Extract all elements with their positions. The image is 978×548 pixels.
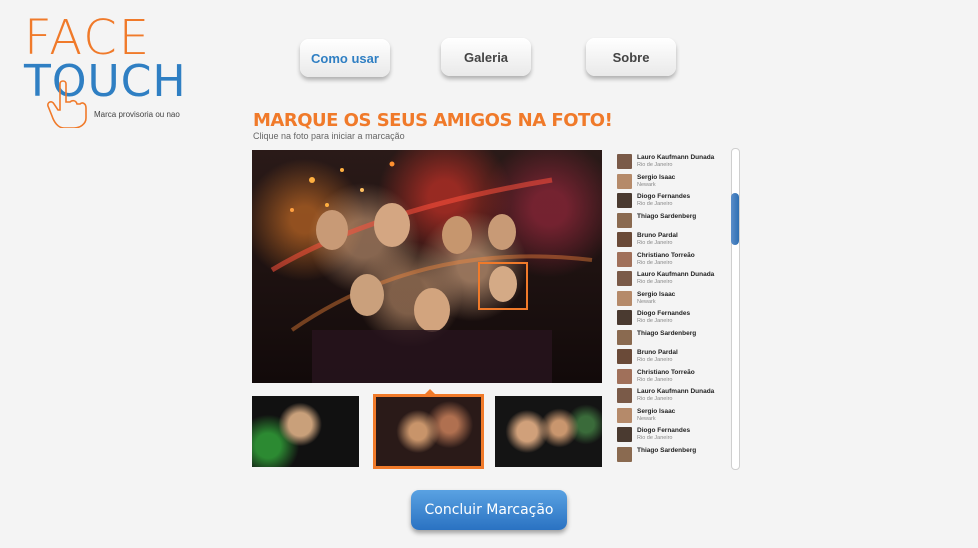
friend-list-item[interactable]: Lauro Kaufmann Dunada Rio de Janeiro [617,154,727,174]
friend-location: Rio de Janeiro [637,396,673,402]
friend-avatar [617,388,632,403]
photo-thumbnail-selected[interactable] [373,394,484,469]
friend-location: Rio de Janeiro [637,318,673,324]
logo-tagline: Marca provisoria ou nao [94,110,180,119]
friend-name: Bruno Pardal [637,232,678,239]
friend-avatar [617,310,632,325]
friend-location: Newark [637,298,656,305]
friend-name: Thiago Sardenberg [637,329,697,337]
friend-avatar [617,446,632,462]
friend-avatar [617,232,632,247]
friend-list-item[interactable]: Thiago Sardenberg [617,446,727,467]
friend-list-item[interactable]: Diogo Fernandes Rio de Janeiro [617,193,727,213]
friend-avatar [617,173,632,189]
friend-avatar [617,193,632,208]
friend-location: Newark [637,415,656,422]
friend-list-item[interactable]: Thiago Sardenberg [617,329,727,350]
friend-name: Sergio Isaac [637,407,676,415]
main-photo[interactable] [252,150,602,383]
friend-location: Rio de Janeiro [637,279,673,285]
friend-list-item[interactable]: Sergio Isaac Newark [617,407,727,428]
friend-name: Christiano Torreão [637,368,695,376]
friend-list[interactable]: Lauro Kaufmann Dunada Rio de Janeiro Sergi… [617,154,727,466]
friend-location: Rio de Janeiro [637,240,673,246]
como-usar-button[interactable]: Como usar [300,39,390,77]
friend-list-scroll-thumb[interactable] [731,193,739,245]
friend-list-item[interactable]: Sergio Isaac Newark [617,290,727,311]
friend-list-item[interactable]: Lauro Kaufmann Dunada Rio de Janeiro [617,388,727,408]
friend-list-item[interactable]: Diogo Fernandes Rio de Janeiro [617,427,727,447]
friend-avatar [617,212,632,228]
galeria-button[interactable]: Galeria [441,38,531,76]
friend-name: Lauro Kaufmann Dunada [637,388,715,395]
friend-name: Bruno Pardal [637,349,678,356]
friend-location: Rio de Janeiro [637,162,673,168]
friend-location: Newark [637,181,656,188]
concluir-marcacao-button[interactable]: Concluir Marcação [411,490,567,530]
friend-list-item[interactable]: Bruno Pardal Rio de Janeiro [617,349,727,369]
friend-name: Lauro Kaufmann Dunada [637,271,715,278]
friend-name: Thiago Sardenberg [637,446,697,454]
friend-avatar [617,407,632,423]
friend-list-item[interactable]: Christiano Torreão Rio de Janeiro [617,368,727,389]
friend-avatar [617,349,632,364]
photo-thumbnail[interactable] [495,396,602,467]
party-lights-graphic [270,161,593,383]
friend-name: Sergio Isaac [637,290,676,298]
friend-avatar [617,329,632,345]
page-subtitle: Clique na foto para iniciar a marcação [253,131,405,141]
friend-avatar [617,427,632,442]
friend-avatar [617,271,632,286]
logo-face-text: FACE [24,10,152,66]
friend-avatar [617,290,632,306]
sobre-button[interactable]: Sobre [586,38,676,76]
friend-list-item[interactable]: Lauro Kaufmann Dunada Rio de Janeiro [617,271,727,291]
page-title: MARQUE OS SEUS AMIGOS NA FOTO! [253,110,613,131]
friend-name: Diogo Fernandes [637,310,691,317]
face-tag-box[interactable] [478,262,528,310]
friend-list-item[interactable]: Bruno Pardal Rio de Janeiro [617,232,727,252]
friend-avatar [617,251,632,267]
friend-location: Rio de Janeiro [637,376,673,383]
friend-name: Christiano Torreão [637,251,695,259]
friend-name: Thiago Sardenberg [637,212,697,220]
friend-list-item[interactable]: Sergio Isaac Newark [617,173,727,194]
friend-name: Sergio Isaac [637,173,676,181]
friend-list-item[interactable]: Thiago Sardenberg [617,212,727,233]
friend-avatar [617,154,632,169]
photo-thumbnail[interactable] [252,396,359,467]
friend-list-item[interactable]: Christiano Torreão Rio de Janeiro [617,251,727,272]
touch-hand-icon [47,80,87,128]
friend-location: Rio de Janeiro [637,435,673,441]
friend-list-item[interactable]: Diogo Fernandes Rio de Janeiro [617,310,727,330]
friend-name: Lauro Kaufmann Dunada [637,154,715,161]
friend-location: Rio de Janeiro [637,201,673,207]
friend-avatar [617,368,632,384]
friend-name: Diogo Fernandes [637,427,691,434]
facetouch-logo: FACE TOUCH Marca provisoria ou nao [24,10,186,129]
friend-location: Rio de Janeiro [637,357,673,363]
friend-location: Rio de Janeiro [637,259,673,266]
friend-name: Diogo Fernandes [637,193,691,200]
